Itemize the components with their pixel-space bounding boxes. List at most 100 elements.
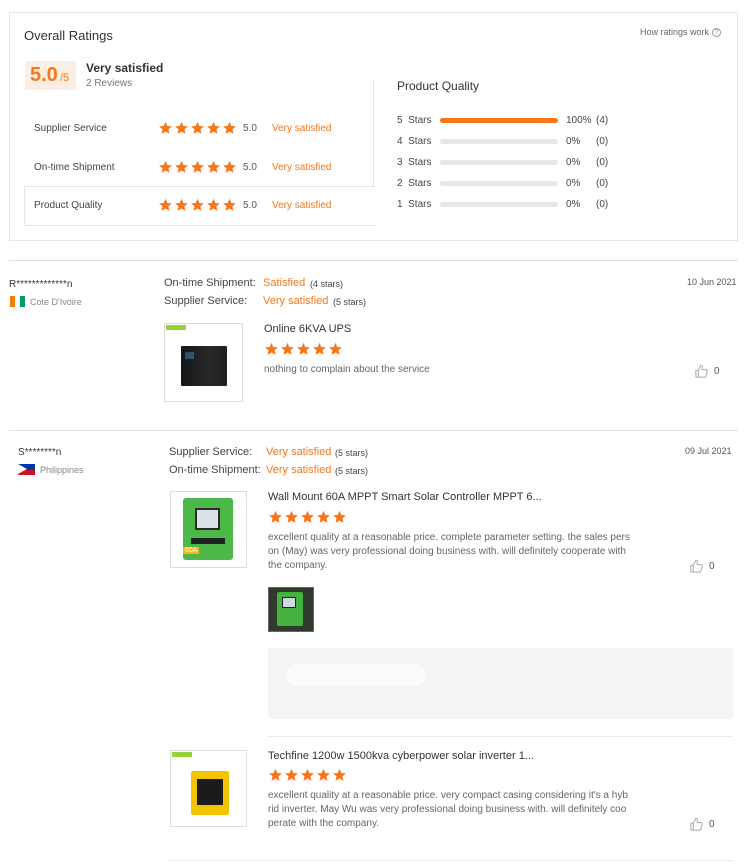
- quality-row-percent: 0%: [566, 178, 581, 189]
- overall-score-suffix: /5: [60, 72, 70, 84]
- thumbs-up-icon: [689, 817, 704, 832]
- star-icon: [158, 160, 173, 174]
- reviewer-name: R*************n: [9, 279, 73, 290]
- quality-row[interactable]: 2 Stars 0% (0): [397, 177, 717, 191]
- review-comment-line: perate with the company.: [268, 818, 379, 829]
- rating-verdict: Very satisfied: [266, 464, 332, 476]
- review-date: 10 Jun 2021: [687, 277, 737, 287]
- star-icon: [264, 342, 279, 356]
- country-name: Cote D'Ivoire: [30, 296, 82, 307]
- star-icon: [316, 510, 331, 524]
- rating-verdict: Very satisfied: [266, 446, 332, 458]
- flag-ivory-coast-icon: [10, 296, 25, 307]
- star-icon: [332, 510, 347, 524]
- star-icon: [174, 198, 189, 212]
- rating-label: Supplier Service:: [169, 446, 253, 458]
- review-date: 09 Jul 2021: [685, 446, 732, 456]
- like-button[interactable]: 0: [689, 559, 715, 574]
- product-image[interactable]: 60A: [170, 491, 247, 568]
- section-divider: [9, 430, 738, 431]
- item-divider: [268, 736, 733, 737]
- product-title[interactable]: Techfine 1200w 1500kva cyberpower solar …: [268, 750, 534, 762]
- quality-row[interactable]: 3 Stars 0% (0): [397, 156, 717, 170]
- quality-row-label: 4 Stars: [397, 136, 432, 147]
- dimension-verdict: Very satisfied: [272, 162, 332, 173]
- how-ratings-work-link[interactable]: How ratings work ?: [640, 27, 722, 37]
- review-comment: excellent quality at a reasonable price.…: [268, 789, 628, 831]
- rating-stars-text: (5 stars): [335, 466, 369, 476]
- reviewer-name: S********n: [18, 447, 62, 458]
- review-comment-line: excellent quality at a reasonable price.…: [268, 790, 628, 801]
- rating-stars-text: (5 stars): [333, 297, 367, 307]
- product-image[interactable]: [164, 323, 243, 402]
- dimension-verdict: Very satisfied: [272, 200, 332, 211]
- quality-row[interactable]: 1 Stars 0% (0): [397, 198, 717, 212]
- quality-row[interactable]: 4 Stars 0% (0): [397, 135, 717, 149]
- product-image[interactable]: [170, 750, 247, 827]
- quality-row[interactable]: 5 Stars 100% (4): [397, 114, 717, 128]
- dimension-row-selected[interactable]: Product Quality 5.0 Very satisfied: [24, 186, 375, 226]
- review-comment-line: on (May) was very professional doing bus…: [268, 546, 626, 557]
- quality-title: Product Quality: [397, 79, 480, 93]
- star-icon: [190, 160, 205, 174]
- overall-verdict: Very satisfied: [86, 61, 164, 75]
- product-stars: [264, 342, 343, 356]
- quality-row-label: 3 Stars: [397, 157, 432, 168]
- item-divider: [169, 860, 733, 861]
- quality-bar-track: [440, 139, 558, 144]
- review-comment-line: the company.: [268, 560, 328, 571]
- star-icon: [206, 198, 221, 212]
- reviewer-country: Cote D'Ivoire: [10, 296, 82, 307]
- quality-row-count: (0): [596, 157, 609, 168]
- product-stars: [268, 510, 347, 524]
- thumbs-up-icon: [689, 559, 704, 574]
- star-icon: [190, 198, 205, 212]
- flag-philippines-icon: [18, 464, 35, 475]
- review-count: 2 Reviews: [86, 78, 133, 89]
- quality-row-label: 1 Stars: [397, 199, 432, 210]
- like-count: 0: [714, 366, 720, 377]
- review-photo-thumbnail[interactable]: [268, 587, 314, 632]
- star-icon: [328, 342, 343, 356]
- like-button[interactable]: 0: [694, 364, 720, 379]
- quality-distribution: 5 Stars 100% (4) 4 Stars 0% (0) 3 Stars …: [397, 114, 717, 214]
- star-icon: [174, 160, 189, 174]
- star-icon: [300, 510, 315, 524]
- dimension-value: 5.0: [243, 200, 257, 211]
- product-title[interactable]: Online 6KVA UPS: [264, 323, 351, 335]
- rating-label: On-time Shipment:: [169, 464, 261, 476]
- quality-bar-track: [440, 202, 558, 207]
- country-name: Philippines: [40, 464, 84, 475]
- help-icon: ?: [712, 27, 722, 37]
- rating-label: Supplier Service:: [164, 295, 248, 307]
- ups-device-graphic: [181, 346, 227, 386]
- star-icon: [312, 342, 327, 356]
- star-icon: [206, 121, 221, 135]
- star-icon: [268, 768, 283, 782]
- star-icon: [280, 342, 295, 356]
- star-icon: [158, 121, 173, 135]
- product-badge: [172, 752, 192, 757]
- product-title[interactable]: Wall Mount 60A MPPT Smart Solar Controll…: [268, 491, 542, 503]
- like-button[interactable]: 0: [689, 817, 715, 832]
- star-icon: [222, 160, 237, 174]
- star-icon: [190, 121, 205, 135]
- dimension-stars: [158, 160, 237, 174]
- quality-row-percent: 0%: [566, 157, 581, 168]
- like-count: 0: [709, 819, 715, 830]
- review-comment-line: rid inverter. May Wu was very profession…: [268, 804, 627, 815]
- overall-score-box: 5.0 /5: [25, 61, 76, 90]
- star-icon: [316, 768, 331, 782]
- product-stars: [268, 768, 347, 782]
- overall-score: 5.0: [30, 64, 58, 86]
- quality-bar-fill: [440, 118, 558, 123]
- quality-bar-track: [440, 118, 558, 123]
- quality-row-count: (0): [596, 178, 609, 189]
- dimension-value: 5.0: [243, 162, 257, 173]
- overall-ratings-title: Overall Ratings: [24, 28, 113, 43]
- rating-label: On-time Shipment:: [164, 277, 256, 289]
- star-icon: [268, 510, 283, 524]
- dimension-verdict: Very satisfied: [272, 123, 332, 134]
- vertical-divider: [373, 80, 374, 187]
- review-comment: excellent quality at a reasonable price.…: [268, 531, 630, 573]
